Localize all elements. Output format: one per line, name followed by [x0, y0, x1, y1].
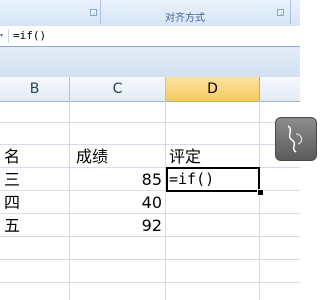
- cell-d-row1-edit[interactable]: =if(): [169, 168, 214, 190]
- worksheet-grid[interactable]: 名 成绩 评定 三 85 四 40 五 92 =if(): [0, 101, 300, 300]
- column-header-d[interactable]: D: [166, 77, 260, 101]
- column-header-b[interactable]: B: [0, 77, 70, 101]
- ribbon: ⌟ ⌟ 对齐方式: [0, 0, 300, 27]
- cell-b-header[interactable]: 名: [4, 146, 64, 168]
- drawing-widget-icon[interactable]: [275, 117, 317, 161]
- column-header-c[interactable]: C: [70, 77, 166, 101]
- cell-c-header[interactable]: 成绩: [76, 146, 161, 168]
- ribbon-band: [0, 47, 300, 78]
- column-header-row: B C D: [0, 77, 300, 102]
- formula-bar: ▾ =if(): [0, 26, 300, 47]
- dialog-launcher-icon[interactable]: ⌟: [90, 9, 97, 16]
- cell-b-row1[interactable]: 三: [4, 169, 64, 191]
- cell-c-row2[interactable]: 40: [70, 192, 162, 214]
- cell-c-row3[interactable]: 92: [70, 215, 162, 237]
- ribbon-group-divider: [290, 0, 291, 24]
- cell-d-header[interactable]: 评定: [169, 146, 254, 168]
- formula-bar-expand-icon[interactable]: ▾: [0, 29, 7, 43]
- dialog-launcher-icon[interactable]: ⌟: [277, 9, 284, 16]
- alignment-group-label: 对齐方式: [165, 13, 205, 24]
- fill-handle[interactable]: [257, 189, 264, 196]
- formula-input[interactable]: =if(): [8, 29, 303, 43]
- ribbon-group-divider: [100, 0, 101, 24]
- cell-b-row3[interactable]: 五: [4, 215, 64, 237]
- cell-c-row1[interactable]: 85: [70, 169, 162, 191]
- cell-b-row2[interactable]: 四: [4, 192, 64, 214]
